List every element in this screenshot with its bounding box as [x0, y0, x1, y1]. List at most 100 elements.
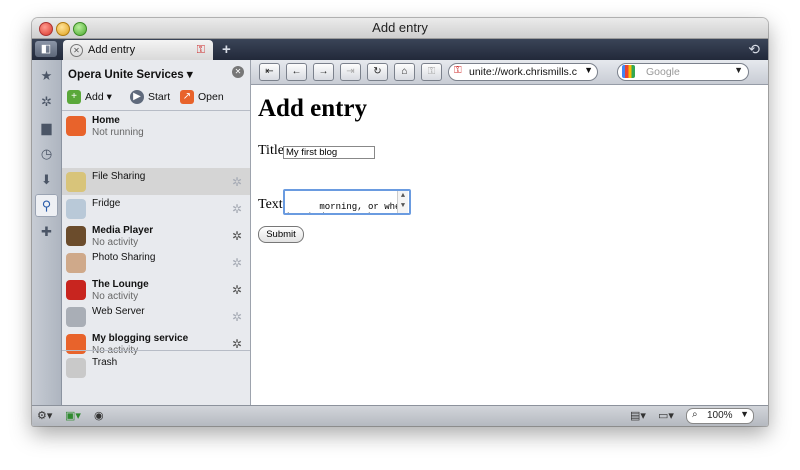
title-label: Title — [258, 143, 284, 158]
panel-title-text: Opera Unite Services — [68, 69, 184, 81]
plus-icon: + — [67, 90, 81, 104]
unite-panel-icon[interactable]: ⚲ — [35, 194, 58, 217]
title-input[interactable]: My first blog — [283, 146, 375, 159]
gear-icon[interactable]: ✲ — [232, 310, 242, 324]
service-item[interactable]: Media Player No activity ✲ — [62, 222, 250, 249]
chevron-down-icon[interactable]: ▼ — [734, 65, 743, 75]
service-name: Media Player — [92, 225, 154, 236]
service-name: Web Server — [92, 306, 145, 317]
unite-security-icon: ⚿ — [454, 65, 462, 76]
service-status: No activity — [92, 237, 139, 248]
service-icon — [66, 172, 86, 192]
service-status: No activity — [92, 291, 139, 302]
service-icon — [66, 116, 86, 136]
unite-logo-icon[interactable]: ◉ — [94, 409, 104, 422]
panel-toolbar: + Add ▾ ▶ Start ↗ Open — [67, 88, 246, 108]
back-button[interactable]: ← — [286, 63, 307, 81]
unite-status-icon[interactable]: ▣▾ — [65, 409, 81, 422]
forward-button[interactable]: → — [313, 63, 334, 81]
chevron-down-icon: ▾ — [186, 69, 193, 81]
page-info-icon[interactable]: ▤▾ — [630, 409, 646, 422]
bookmarks-panel-icon[interactable]: ★ — [35, 64, 58, 87]
search-field[interactable]: Google ▼ — [617, 63, 749, 81]
navigation-toolbar: ⇤ ← → ⇥ ↻ ⌂ ⚿ ⚿ unite://work.chrismills.… — [251, 60, 768, 85]
service-name: My blogging service — [92, 333, 189, 344]
rewind-button[interactable]: ⇤ — [259, 63, 280, 81]
gear-icon[interactable]: ✲ — [232, 256, 242, 270]
service-item[interactable]: My blogging serviceNo activity✲ — [62, 330, 250, 357]
service-icon — [66, 307, 86, 327]
service-item[interactable]: File Sharing ✲ — [62, 168, 250, 195]
new-tab-button[interactable]: + — [222, 41, 231, 58]
gear-icon[interactable]: ✲ — [232, 202, 242, 216]
gear-icon[interactable]: ✲ — [232, 229, 242, 243]
service-item[interactable]: Fridge ✲ — [62, 195, 250, 222]
close-panel-icon[interactable]: ✕ — [232, 66, 244, 78]
service-item[interactable]: Home Not running — [62, 112, 250, 152]
open-service-button[interactable]: ↗ Open — [180, 90, 224, 104]
trash-label: Trash — [92, 357, 118, 368]
address-field[interactable]: ⚿ unite://work.chrismills.c ▼ — [448, 63, 598, 81]
panel-rail: ★ ✲ ▆ ◷ ⬇ ⚲ ✚ — [32, 60, 62, 406]
status-bar: ⚙▾ ▣▾ ◉ ▤▾ ▭▾ ⌕ 100% ▼ — [32, 405, 768, 426]
add-panel-icon[interactable]: ✚ — [35, 220, 58, 243]
service-name: The Lounge — [92, 279, 149, 290]
submit-button[interactable]: Submit — [258, 226, 304, 243]
divider — [62, 110, 250, 111]
title-bar: Add entry — [32, 18, 768, 39]
closed-tabs-icon[interactable]: ⟲ — [748, 41, 760, 58]
text-area-value: morning, or when I brushed my teeth! — [287, 202, 406, 213]
service-icon — [66, 199, 86, 219]
fast-forward-button[interactable]: ⇥ — [340, 63, 361, 81]
close-tab-icon[interactable]: ✕ — [70, 44, 83, 57]
widgets-panel-icon[interactable]: ✲ — [35, 90, 58, 113]
service-item[interactable]: The Lounge No activity ✲ — [62, 276, 250, 303]
service-name: Photo Sharing — [92, 252, 156, 263]
play-icon: ▶ — [130, 90, 144, 104]
service-icon — [66, 226, 86, 246]
service-name: File Sharing — [92, 171, 146, 182]
unite-services-panel: Opera Unite Services ▾ ✕ + Add ▾ ▶ Start ↗… — [62, 60, 251, 406]
reload-button[interactable]: ↻ — [367, 63, 388, 81]
gear-icon[interactable]: ✲ — [232, 283, 242, 297]
gear-icon[interactable]: ✲ — [232, 337, 242, 351]
service-item[interactable]: Photo Sharing ✲ — [62, 249, 250, 276]
turbo-icon[interactable]: ⚙▾ — [37, 409, 52, 422]
trash-item[interactable]: Trash — [62, 354, 250, 381]
zoom-control[interactable]: ⌕ 100% ▼ — [686, 408, 754, 424]
service-status: Not running — [92, 127, 144, 138]
zoom-value: 100% — [707, 410, 733, 421]
magnifier-icon: ⌕ — [692, 409, 698, 420]
panel-title[interactable]: Opera Unite Services ▾ — [68, 67, 193, 81]
divider — [62, 350, 250, 351]
service-name: Fridge — [92, 198, 121, 209]
address-url: unite://work.chrismills.c — [469, 66, 577, 78]
chevron-down-icon[interactable]: ▼ — [584, 65, 593, 75]
google-icon — [622, 65, 635, 78]
chevron-down-icon[interactable]: ▼ — [740, 409, 749, 419]
home-button[interactable]: ⌂ — [394, 63, 415, 81]
add-service-button[interactable]: + Add ▾ — [67, 90, 112, 104]
wand-button[interactable]: ⚿ — [421, 63, 442, 81]
downloads-panel-icon[interactable]: ⬇ — [35, 168, 58, 191]
trash-icon — [66, 358, 86, 378]
service-icon — [66, 334, 86, 354]
service-icon — [66, 280, 86, 300]
chevron-down-icon: ▾ — [106, 90, 112, 103]
history-panel-icon[interactable]: ◷ — [35, 142, 58, 165]
text-area-scrollbar[interactable]: ▲ ▼ — [397, 191, 408, 213]
gear-icon[interactable]: ✲ — [232, 175, 242, 189]
page-content: Add entry Title My first blog Text morni… — [251, 85, 768, 406]
panel-toggle-button[interactable]: ◧ — [35, 41, 57, 57]
start-service-button[interactable]: ▶ Start — [130, 90, 170, 104]
text-area[interactable]: morning, or when I brushed my teeth! ▲▼ — [283, 189, 411, 215]
service-name: Home — [92, 115, 120, 126]
tab-add-entry[interactable]: ✕ Add entry ⚿ — [63, 40, 213, 60]
view-icon[interactable]: ▭▾ — [658, 409, 674, 422]
add-label: Add — [85, 90, 104, 103]
unite-favicon-icon: ⚿ — [196, 44, 205, 56]
notes-panel-icon[interactable]: ▆ — [35, 116, 58, 139]
start-label: Start — [148, 90, 171, 103]
window-title: Add entry — [372, 20, 428, 35]
service-item[interactable]: Web Server ✲ — [62, 303, 250, 330]
